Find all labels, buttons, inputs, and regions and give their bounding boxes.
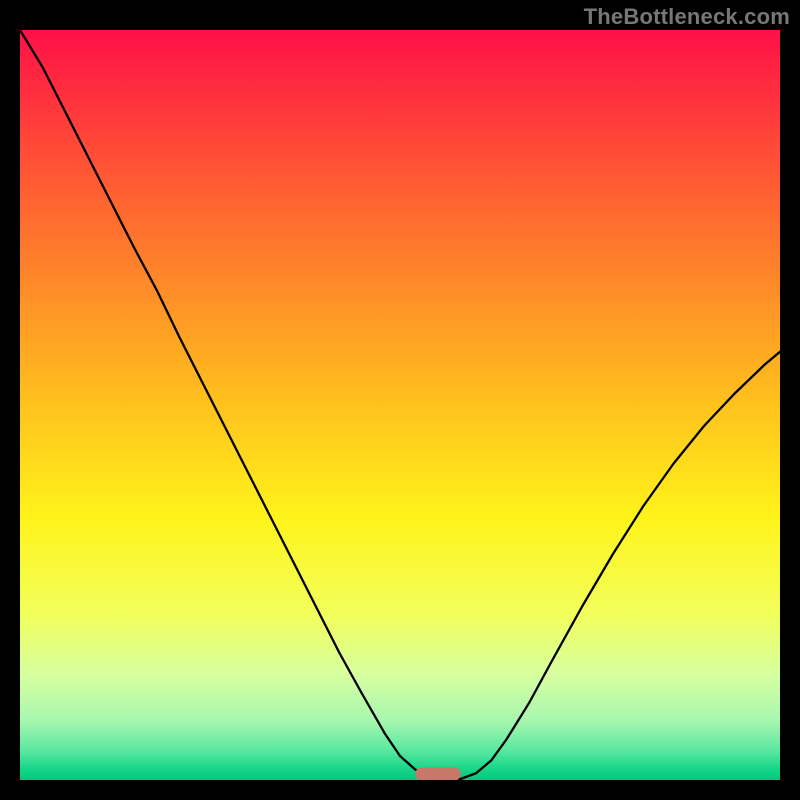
app-frame: TheBottleneck.com: [0, 0, 800, 800]
gradient-background: [20, 30, 780, 780]
watermark-text: TheBottleneck.com: [584, 4, 790, 30]
bottleneck-chart: [20, 30, 780, 780]
chart-area: [20, 30, 780, 780]
min-marker: [415, 767, 461, 780]
